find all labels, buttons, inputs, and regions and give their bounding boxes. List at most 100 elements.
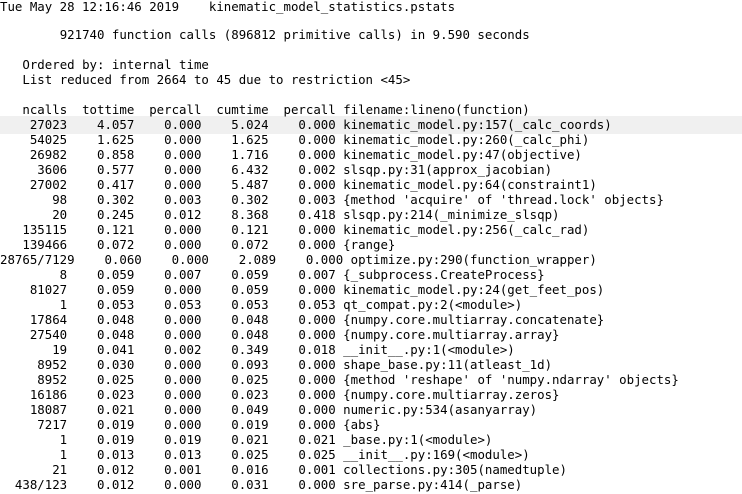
cell-tottime: 0.059 [67, 282, 135, 297]
cell-ncalls: 54025 [0, 132, 68, 147]
cell-func: {range} [335, 237, 396, 252]
cell-func: kinematic_model.py:24(get_feet_pos) [335, 282, 605, 297]
cell-cumtime: 2.089 [208, 252, 277, 267]
cell-func: collections.py:305(namedtuple) [335, 462, 567, 477]
cell-tottime: 0.072 [67, 237, 135, 252]
cell-ncalls: 139466 [0, 237, 68, 252]
cell-ncalls: 26982 [0, 147, 68, 162]
cell-tottime: 0.041 [67, 342, 135, 357]
cell-percall2: 0.000 [276, 252, 344, 267]
cell-func: {_subprocess.CreateProcess} [335, 267, 545, 282]
cell-tottime: 4.057 [67, 117, 135, 132]
cell-func: _base.py:1(<module>) [335, 432, 493, 447]
cell-percall2: 0.418 [268, 207, 336, 222]
cell-percall1: 0.000 [134, 327, 202, 342]
cell-percall1: 0.000 [134, 387, 202, 402]
cell-ncalls: 7217 [0, 417, 68, 432]
cell-tottime: 0.858 [67, 147, 135, 162]
cell-cumtime: 0.349 [201, 342, 269, 357]
list-reduced-line: List reduced from 2664 to 45 due to rest… [22, 72, 411, 87]
cell-percall2: 0.000 [268, 312, 336, 327]
cell-cumtime: 0.059 [201, 267, 269, 282]
cell-ncalls: 1 [0, 432, 68, 447]
cell-percall1: 0.000 [134, 312, 202, 327]
col-percall: percall [149, 102, 202, 117]
cell-tottime: 0.245 [67, 207, 135, 222]
cell-ncalls: 18087 [0, 402, 68, 417]
col-tottime: tottime [82, 102, 135, 117]
cell-ncalls: 27540 [0, 327, 68, 342]
cell-tottime: 0.013 [67, 447, 135, 462]
cell-ncalls: 1 [0, 297, 68, 312]
cell-percall1: 0.000 [134, 162, 202, 177]
cell-percall2: 0.000 [268, 357, 336, 372]
cell-cumtime: 0.093 [201, 357, 269, 372]
cell-percall2: 0.007 [268, 267, 336, 282]
cell-percall2: 0.000 [268, 477, 336, 492]
function-calls-summary: 921740 function calls (896812 primitive … [59, 27, 530, 42]
cell-tottime: 0.048 [67, 327, 135, 342]
cell-ncalls: 28765/7129 [0, 252, 75, 267]
cell-cumtime: 0.121 [201, 222, 269, 237]
cell-ncalls: 16186 [0, 387, 68, 402]
cell-cumtime: 1.716 [201, 147, 269, 162]
cell-tottime: 0.021 [67, 402, 135, 417]
cell-cumtime: 5.487 [201, 177, 269, 192]
cell-cumtime: 0.025 [201, 372, 269, 387]
cell-func: optimize.py:290(function_wrapper) [343, 252, 597, 267]
col-percall-cum: percall [283, 102, 336, 117]
cell-tottime: 0.121 [67, 222, 135, 237]
terminal-output: Tue May 28 12:16:46 2019 kinematic_model… [0, 0, 742, 494]
cell-percall1: 0.013 [134, 447, 202, 462]
col-ncalls: ncalls [22, 102, 68, 117]
cell-tottime: 0.053 [67, 297, 135, 312]
cell-tottime: 0.023 [67, 387, 135, 402]
cell-ncalls: 19 [0, 342, 68, 357]
cell-tottime: 0.059 [67, 267, 135, 282]
cell-func: shape_base.py:11(atleast_1d) [335, 357, 553, 372]
cell-func: numeric.py:534(asanyarray) [335, 402, 538, 417]
cell-tottime: 0.302 [67, 192, 135, 207]
cell-func: sre_parse.py:414(_parse) [335, 477, 523, 492]
header-filename: kinematic_model_statistics.pstats [208, 0, 456, 14]
cell-cumtime: 0.302 [201, 192, 269, 207]
cell-percall2: 0.000 [268, 402, 336, 417]
cell-percall1: 0.012 [134, 207, 202, 222]
cell-tottime: 0.019 [67, 432, 135, 447]
cell-ncalls: 438/123 [0, 477, 68, 492]
cell-percall2: 0.000 [268, 117, 336, 132]
cell-ncalls: 20 [0, 207, 68, 222]
cell-percall1: 0.000 [134, 372, 202, 387]
cell-cumtime: 0.021 [201, 432, 269, 447]
cell-cumtime: 0.072 [201, 237, 269, 252]
cell-cumtime: 0.048 [201, 312, 269, 327]
cell-percall1: 0.019 [134, 432, 202, 447]
cell-func: {numpy.core.multiarray.zeros} [335, 387, 560, 402]
cell-func: __init__.py:1(<module>) [335, 342, 515, 357]
cell-percall2: 0.000 [268, 222, 336, 237]
cell-percall1: 0.002 [134, 342, 202, 357]
cell-percall2: 0.000 [268, 132, 336, 147]
cell-percall2: 0.000 [268, 387, 336, 402]
cell-cumtime: 0.025 [201, 447, 269, 462]
cell-func: kinematic_model.py:64(constraint1) [335, 177, 597, 192]
cell-func: {numpy.core.multiarray.concatenate} [335, 312, 605, 327]
cell-func: slsqp.py:31(approx_jacobian) [335, 162, 553, 177]
cell-tottime: 1.625 [67, 132, 135, 147]
cell-tottime: 0.019 [67, 417, 135, 432]
cell-cumtime: 0.031 [201, 477, 269, 492]
cell-ncalls: 3606 [0, 162, 68, 177]
table-row: 438/123 0.012 0.000 0.031 0.000 sre_pars… [0, 476, 522, 494]
cell-cumtime: 0.059 [201, 282, 269, 297]
cell-cumtime: 5.024 [201, 117, 269, 132]
header-line: Tue May 28 12:16:46 2019 kinematic_model… [0, 0, 455, 16]
cell-percall2: 0.021 [268, 432, 336, 447]
cell-tottime: 0.577 [67, 162, 135, 177]
cell-func: kinematic_model.py:157(_calc_coords) [335, 117, 612, 132]
cell-percall2: 0.000 [268, 282, 336, 297]
cell-ncalls: 27023 [0, 117, 68, 132]
cell-percall2: 0.000 [268, 417, 336, 432]
cell-func: {method 'reshape' of 'numpy.ndarray' obj… [335, 372, 679, 387]
cell-ncalls: 8952 [0, 357, 68, 372]
cell-cumtime: 8.368 [201, 207, 269, 222]
